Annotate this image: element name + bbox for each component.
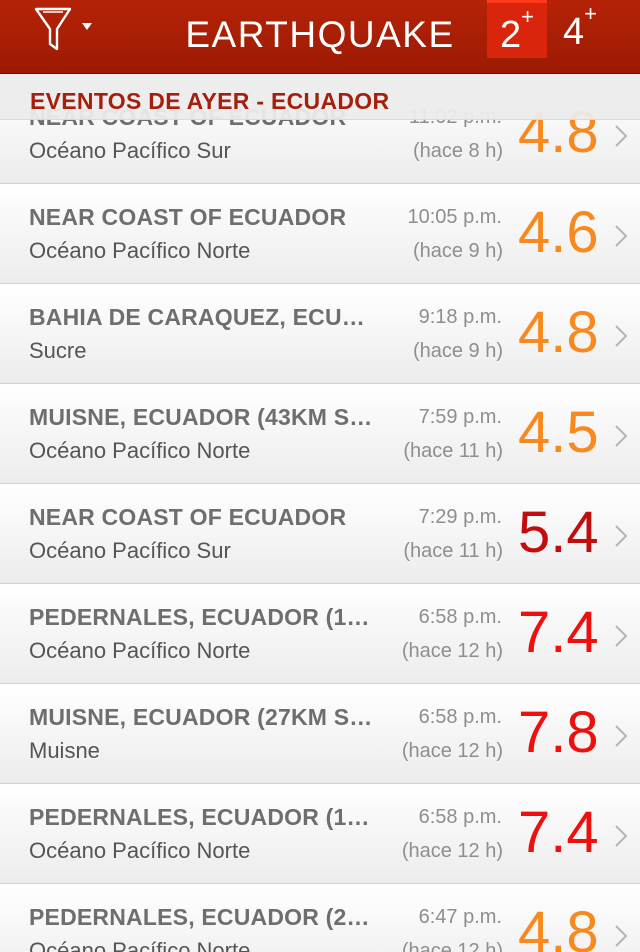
event-region: Océano Pacífico Norte bbox=[29, 238, 251, 263]
funnel-filter-icon bbox=[34, 7, 92, 51]
event-region: Océano Pacífico Norte bbox=[29, 938, 251, 952]
event-region: Océano Pacífico Sur bbox=[29, 538, 231, 563]
event-region: Sucre bbox=[29, 338, 87, 363]
event-time: 7:29 p.m. bbox=[418, 506, 502, 528]
events-list: NEAR COAST OF ECUADOR Océano Pacífico Sur… bbox=[0, 0, 640, 952]
section-title: EVENTOS DE AYER - ECUADOR bbox=[30, 88, 390, 114]
event-time: 6:58 p.m. bbox=[418, 706, 502, 728]
event-time: 7:59 p.m. bbox=[418, 406, 502, 428]
chevron-right-icon bbox=[615, 225, 628, 247]
event-time: 6:47 p.m. bbox=[418, 906, 502, 928]
event-row[interactable]: PEDERNALES, ECUADOR (1… Océano Pacífico N… bbox=[0, 784, 640, 884]
event-row[interactable]: MUISNE, ECUADOR (43KM S… Océano Pacífico … bbox=[0, 384, 640, 484]
event-magnitude: 7.4 bbox=[518, 800, 599, 865]
event-place: MUISNE, ECUADOR (27KM S… bbox=[29, 704, 373, 730]
event-time-ago: (hace 12 h) bbox=[401, 940, 503, 952]
chevron-right-icon bbox=[615, 125, 628, 147]
event-region: Océano Pacífico Norte bbox=[29, 638, 251, 663]
event-magnitude: 7.8 bbox=[518, 700, 599, 765]
event-time-ago: (hace 11 h) bbox=[403, 540, 503, 562]
event-time: 10:05 p.m. bbox=[407, 206, 502, 228]
chevron-right-icon bbox=[615, 325, 628, 347]
event-magnitude: 4.6 bbox=[518, 200, 599, 265]
event-region: Océano Pacífico Sur bbox=[29, 138, 231, 163]
event-magnitude: 5.4 bbox=[518, 500, 599, 565]
chevron-right-icon bbox=[615, 425, 628, 447]
event-time-ago: (hace 8 h) bbox=[412, 140, 503, 162]
chevron-right-icon bbox=[615, 525, 628, 547]
event-region: Muisne bbox=[29, 738, 100, 763]
chevron-right-icon bbox=[615, 825, 628, 847]
event-time-ago: (hace 12 h) bbox=[401, 640, 503, 662]
chevron-right-icon bbox=[615, 625, 628, 647]
chevron-right-icon bbox=[615, 925, 628, 947]
filter-button[interactable] bbox=[34, 6, 100, 52]
event-time-ago: (hace 9 h) bbox=[412, 240, 503, 262]
event-place: BAHIA DE CARAQUEZ, ECU… bbox=[29, 304, 365, 330]
event-region: Océano Pacífico Norte bbox=[29, 838, 251, 863]
navigation-bar: EARTHQUAKE 2+ 4+ bbox=[0, 0, 640, 74]
dropdown-arrow-icon bbox=[82, 23, 92, 30]
event-time-ago: (hace 12 h) bbox=[401, 840, 503, 862]
event-time-ago: (hace 11 h) bbox=[403, 440, 503, 462]
event-time-ago: (hace 12 h) bbox=[401, 740, 503, 762]
event-row[interactable]: PEDERNALES, ECUADOR (2… Océano Pacífico N… bbox=[0, 884, 640, 952]
event-row[interactable]: MUISNE, ECUADOR (27KM S… Muisne 6:58 p.m. (… bbox=[0, 684, 640, 784]
event-place: MUISNE, ECUADOR (43KM S… bbox=[29, 404, 373, 430]
event-row[interactable]: NEAR COAST OF ECUADOR Océano Pacífico Sur… bbox=[0, 484, 640, 584]
event-place: NEAR COAST OF ECUADOR bbox=[29, 204, 347, 230]
event-time: 6:58 p.m. bbox=[418, 606, 502, 628]
event-magnitude: 4.5 bbox=[518, 400, 599, 465]
event-row[interactable]: NEAR COAST OF ECUADOR Océano Pacífico Nor… bbox=[0, 184, 640, 284]
event-region: Océano Pacífico Norte bbox=[29, 438, 251, 463]
event-row[interactable]: BAHIA DE CARAQUEZ, ECU… Sucre 9:18 p.m. (ha… bbox=[0, 284, 640, 384]
app-title: EARTHQUAKE bbox=[185, 14, 455, 55]
section-header: EVENTOS DE AYER - ECUADOR bbox=[0, 74, 640, 120]
event-magnitude: 7.4 bbox=[518, 600, 599, 665]
event-time: 6:58 p.m. bbox=[418, 806, 502, 828]
event-magnitude: 4.8 bbox=[518, 900, 599, 952]
event-row[interactable]: PEDERNALES, ECUADOR (1… Océano Pacífico N… bbox=[0, 584, 640, 684]
event-place: PEDERNALES, ECUADOR (1… bbox=[29, 604, 370, 630]
event-place: PEDERNALES, ECUADOR (1… bbox=[29, 804, 370, 830]
event-time-ago: (hace 9 h) bbox=[412, 340, 503, 362]
event-magnitude: 4.8 bbox=[518, 300, 599, 365]
magnitude-2plus-button[interactable]: 2+ bbox=[487, 0, 547, 58]
chevron-right-icon bbox=[615, 725, 628, 747]
event-place: NEAR COAST OF ECUADOR bbox=[29, 504, 347, 530]
event-time: 9:18 p.m. bbox=[418, 306, 502, 328]
event-place: PEDERNALES, ECUADOR (2… bbox=[29, 904, 370, 930]
magnitude-4plus-button[interactable]: 4+ bbox=[550, 0, 610, 58]
